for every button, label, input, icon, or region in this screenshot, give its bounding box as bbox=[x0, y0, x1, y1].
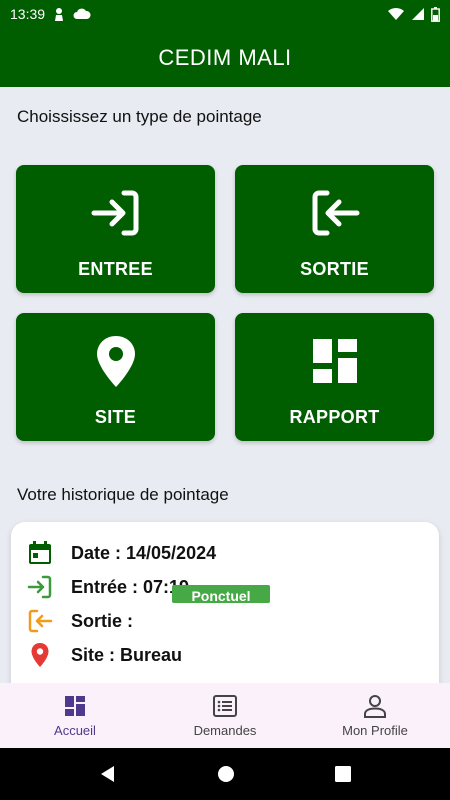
battery-icon bbox=[431, 6, 440, 22]
history-date: Date : 14/05/2024 bbox=[71, 542, 217, 563]
cloud-icon bbox=[73, 8, 91, 19]
history-title: Votre historique de pointage bbox=[17, 485, 229, 504]
app-title: CEDIM MALI bbox=[158, 44, 292, 70]
history-exit-row: Sortie : bbox=[27, 604, 423, 638]
logout-icon bbox=[28, 609, 53, 633]
dashboard-icon bbox=[312, 339, 357, 383]
entree-label: ENTREE bbox=[78, 259, 153, 279]
nav-profile-label: Mon Profile bbox=[342, 723, 408, 738]
sortie-button[interactable]: SORTIE bbox=[235, 165, 434, 293]
entree-button[interactable]: ENTREE bbox=[16, 165, 215, 293]
history-site-row: Site : Bureau bbox=[27, 638, 423, 672]
login-icon bbox=[27, 575, 52, 599]
home-icon[interactable] bbox=[217, 765, 235, 783]
login-icon bbox=[91, 190, 138, 236]
sortie-label: SORTIE bbox=[300, 259, 369, 279]
person-icon bbox=[55, 8, 64, 21]
list-icon bbox=[213, 695, 237, 717]
status-time: 13:39 bbox=[10, 6, 46, 22]
signal-icon bbox=[412, 8, 424, 20]
history-exit: Sortie : bbox=[71, 610, 134, 631]
nav-accueil-label: Accueil bbox=[54, 723, 96, 738]
rapport-button[interactable]: RAPPORT bbox=[235, 313, 434, 441]
back-icon[interactable] bbox=[99, 765, 117, 783]
site-label: SITE bbox=[94, 407, 137, 427]
history-site: Site : Bureau bbox=[71, 644, 183, 665]
nav-demandes[interactable]: Demandes bbox=[150, 683, 300, 748]
person-icon bbox=[364, 695, 386, 718]
nav-profile[interactable]: Mon Profile bbox=[300, 683, 450, 748]
history-date-row: Date : 14/05/2024 bbox=[27, 536, 423, 570]
nav-accueil[interactable]: Accueil bbox=[0, 683, 150, 748]
choose-type-title: Choississez un type de pointage bbox=[17, 107, 262, 126]
logout-icon bbox=[312, 190, 359, 236]
recents-icon[interactable] bbox=[335, 766, 351, 782]
dashboard-icon bbox=[65, 696, 85, 716]
punctuality-badge: Ponctuel bbox=[172, 585, 270, 603]
location-pin-icon bbox=[31, 643, 49, 667]
site-button[interactable]: SITE bbox=[16, 313, 215, 441]
app-bar: CEDIM MALI bbox=[0, 28, 450, 87]
rapport-label: RAPPORT bbox=[289, 407, 380, 427]
status-bar: 13:39 bbox=[0, 0, 450, 28]
wifi-icon bbox=[388, 7, 404, 20]
nav-demandes-label: Demandes bbox=[193, 723, 257, 738]
system-navigation-bar bbox=[0, 748, 450, 800]
bottom-navigation: Accueil Demandes Mon Profile bbox=[0, 683, 450, 748]
location-pin-icon bbox=[96, 336, 135, 387]
calendar-icon bbox=[29, 541, 51, 564]
